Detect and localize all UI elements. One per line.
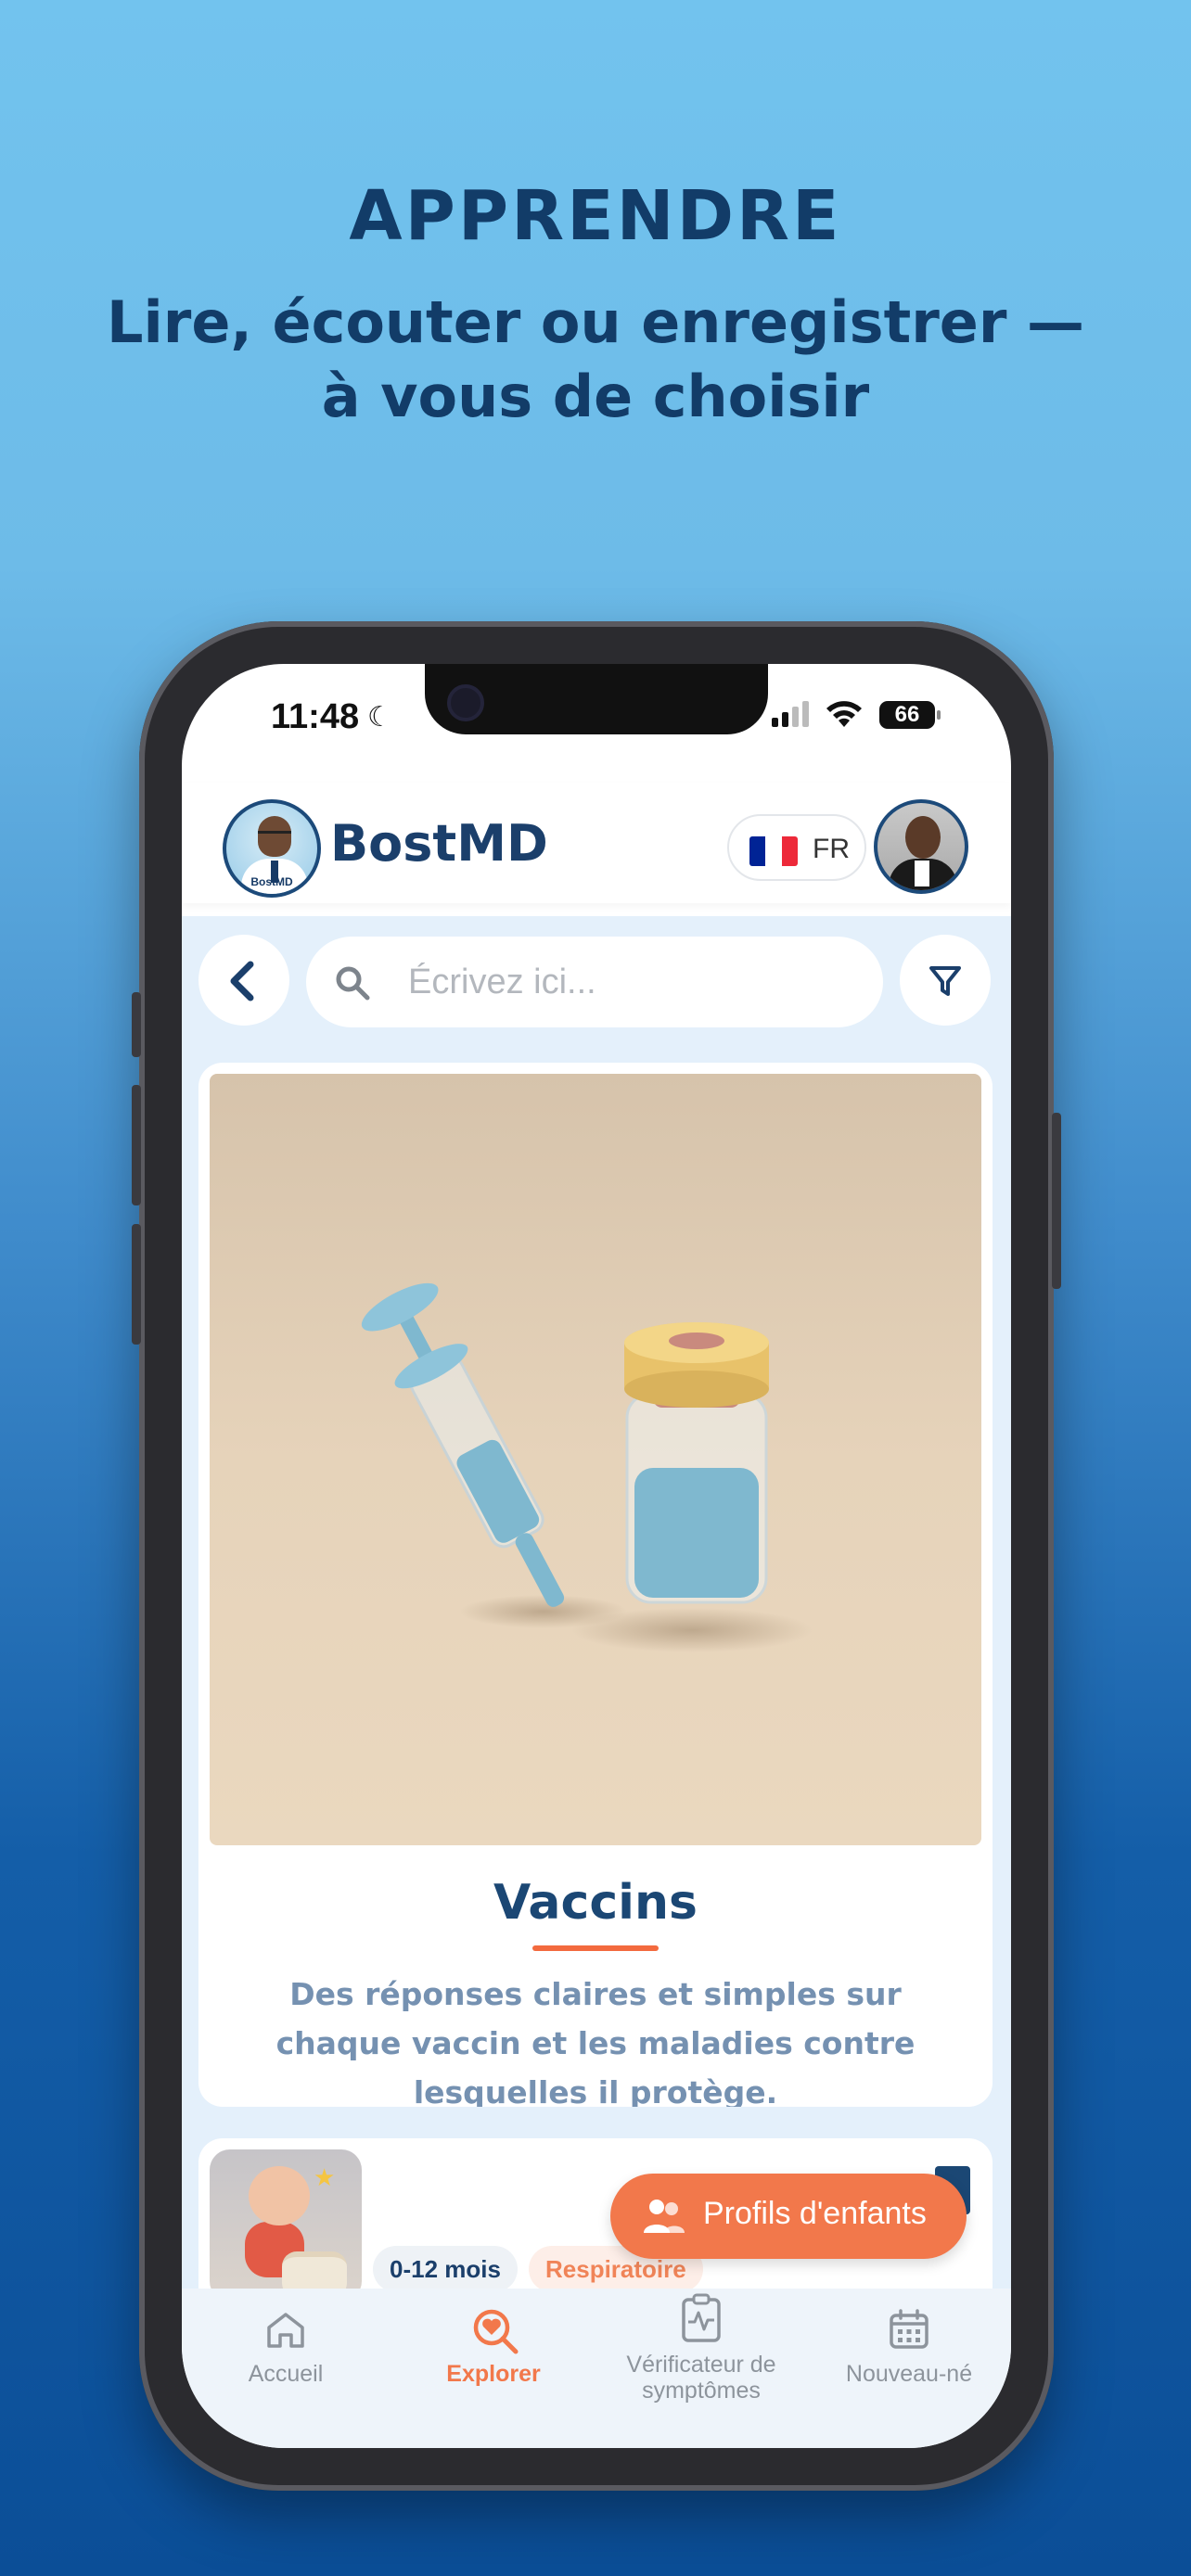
- calendar-icon: [890, 2309, 928, 2349]
- wifi-icon: [826, 701, 862, 727]
- card-title: Vaccins: [493, 1875, 698, 1931]
- home-icon: [267, 2313, 304, 2348]
- child-profiles-label: Profils d'enfants: [703, 2196, 927, 2231]
- users-icon: [644, 2200, 685, 2233]
- back-button[interactable]: [198, 935, 289, 1026]
- power-button: [1052, 1113, 1061, 1289]
- bottom-navigation: Accueil Explorer Vérificateur de symptôm…: [182, 2289, 1011, 2448]
- front-camera-icon: [447, 684, 484, 721]
- battery-indicator: 66: [879, 701, 941, 729]
- promo-headline: APPRENDRE: [349, 176, 842, 256]
- vaccine-illustration: [210, 1074, 981, 1845]
- language-code: FR: [813, 834, 850, 864]
- france-flag-icon: [749, 836, 798, 866]
- avatar-face: [905, 816, 941, 859]
- search-input[interactable]: [408, 953, 853, 1011]
- nav-label-explorer: Explorer: [446, 2361, 541, 2387]
- featured-topic-card[interactable]: Vaccins Des réponses claires et simples …: [198, 1063, 992, 2107]
- age-tag: 0-12 mois: [373, 2246, 518, 2292]
- nav-label-symptom-checker: Vérificateur de symptômes: [626, 2352, 776, 2404]
- mute-switch: [132, 992, 141, 1057]
- do-not-disturb-moon-icon: ☾: [367, 701, 392, 733]
- search-icon: [336, 966, 370, 1001]
- language-selector[interactable]: FR: [727, 814, 866, 881]
- content-area: Vaccins Des réponses claires et simples …: [182, 916, 1011, 2324]
- syringe-vial-illustration: [361, 1282, 813, 1652]
- nav-explorer[interactable]: Explorer: [390, 2289, 597, 2428]
- chevron-left-icon: [230, 961, 254, 1001]
- baby-head: [249, 2166, 310, 2225]
- user-avatar[interactable]: [874, 799, 968, 894]
- star-icon: ★: [314, 2164, 336, 2192]
- filter-button[interactable]: [900, 935, 991, 1026]
- nav-label-newborn: Nouveau-né: [845, 2361, 973, 2387]
- promo-subheadline: Lire, écouter ou enregistrer — à vous de…: [107, 288, 1084, 430]
- baby-thumbnail: ★: [210, 2149, 362, 2302]
- phone-screen: 11:48 ☾ 66 BostMD BostMD FR Écrivez ici.…: [182, 664, 1011, 2448]
- status-time: 11:48: [271, 697, 360, 736]
- search-bar[interactable]: [306, 937, 883, 1027]
- explore-heart-search-icon: [473, 2309, 519, 2354]
- logo-glasses: [258, 831, 291, 838]
- volume-down-button: [132, 1224, 141, 1345]
- brand-name: BostMD: [330, 814, 548, 873]
- cellular-signal-icon: [772, 699, 809, 727]
- clipboard-pulse-icon: [682, 2293, 721, 2342]
- title-underline: [532, 1945, 659, 1951]
- nav-symptom-checker[interactable]: Vérificateur de symptômes: [597, 2289, 805, 2428]
- nav-accueil[interactable]: Accueil: [182, 2289, 390, 2428]
- nav-newborn[interactable]: Nouveau-né: [805, 2289, 1011, 2428]
- volume-up-button: [132, 1085, 141, 1205]
- filter-funnel-icon: [929, 966, 961, 996]
- logo-tag: BostMD: [250, 875, 293, 888]
- card-description: Des réponses claires et simples sur chaq…: [275, 1976, 916, 2107]
- child-profiles-button[interactable]: Profils d'enfants: [610, 2174, 967, 2259]
- brand-logo[interactable]: BostMD: [223, 799, 321, 898]
- avatar-shirt: [915, 861, 929, 886]
- nav-label-accueil: Accueil: [248, 2361, 324, 2387]
